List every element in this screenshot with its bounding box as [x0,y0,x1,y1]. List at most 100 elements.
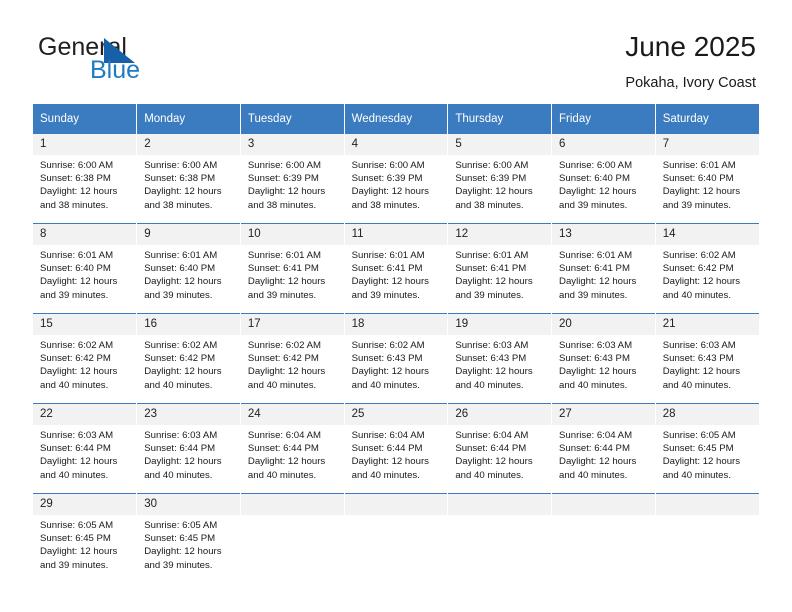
day-cell[interactable]: 29 Sunrise: 6:05 AM Sunset: 6:45 PM Dayl… [33,493,138,583]
sunset-text: Sunset: 6:41 PM [247,263,319,275]
day-cell-empty [655,493,759,583]
day-cell[interactable]: 8 Sunrise: 6:01 AM Sunset: 6:40 PM Dayli… [33,223,138,314]
day-cell[interactable]: 10 Sunrise: 6:01 AM Sunset: 6:41 PM Dayl… [240,223,345,314]
day-cell[interactable]: 2 Sunrise: 6:00 AM Sunset: 6:38 PM Dayli… [136,133,241,224]
sunrise-text: Sunrise: 6:00 AM [144,160,218,171]
day-cell[interactable]: 17 Sunrise: 6:02 AM Sunset: 6:42 PM Dayl… [240,313,345,404]
day-number: 5 [448,134,552,155]
day-number: 11 [344,224,448,245]
day-cell[interactable]: 16 Sunrise: 6:02 AM Sunset: 6:42 PM Dayl… [136,313,241,404]
daylight-text-line1: Daylight: 12 hours [351,366,429,378]
day-info: Sunrise: 6:01 AM Sunset: 6:41 PM Dayligh… [345,245,448,302]
day-cell[interactable]: 14 Sunrise: 6:02 AM Sunset: 6:42 PM Dayl… [655,223,759,314]
daylight-text-line2: and 40 minutes. [455,469,524,481]
daylight-text-line2: and 40 minutes. [351,379,420,391]
daylight-text-line2: and 38 minutes. [455,199,524,211]
day-cell[interactable]: 28 Sunrise: 6:05 AM Sunset: 6:45 PM Dayl… [655,403,759,494]
day-number: 16 [137,314,240,335]
daylight-text-line2: and 39 minutes. [40,289,109,301]
daylight-text-line2: and 39 minutes. [40,559,109,571]
day-cell[interactable]: 30 Sunrise: 6:05 AM Sunset: 6:45 PM Dayl… [136,493,241,583]
sunrise-text: Sunrise: 6:01 AM [559,250,633,261]
day-cell-empty [344,493,449,583]
day-number: 23 [137,404,240,425]
day-info: Sunrise: 6:02 AM Sunset: 6:42 PM Dayligh… [137,335,240,392]
daylight-text-line2: and 40 minutes. [247,469,317,481]
day-info: Sunrise: 6:03 AM Sunset: 6:44 PM Dayligh… [33,425,136,482]
sunrise-text: Sunrise: 6:04 AM [559,430,633,441]
sunset-text: Sunset: 6:39 PM [455,173,527,185]
day-cell[interactable]: 23 Sunrise: 6:03 AM Sunset: 6:44 PM Dayl… [136,403,241,494]
daylight-text-line2: and 38 minutes. [40,199,109,211]
day-number: 24 [240,404,344,425]
day-cell[interactable]: 26 Sunrise: 6:04 AM Sunset: 6:44 PM Dayl… [447,403,553,494]
daylight-text-line1: Daylight: 12 hours [559,366,637,378]
day-cell[interactable]: 24 Sunrise: 6:04 AM Sunset: 6:44 PM Dayl… [240,403,345,494]
day-number: 29 [33,494,137,515]
day-cell[interactable]: 13 Sunrise: 6:01 AM Sunset: 6:41 PM Dayl… [551,223,656,314]
daylight-text-line2: and 39 minutes. [662,199,731,211]
day-number: 10 [240,224,344,245]
sunset-text: Sunset: 6:43 PM [559,353,630,365]
day-cell[interactable]: 1 Sunrise: 6:00 AM Sunset: 6:38 PM Dayli… [33,133,138,224]
sunrise-text: Sunrise: 6:05 AM [662,430,736,441]
calendar-week-row: 22 Sunrise: 6:03 AM Sunset: 6:44 PM Dayl… [33,403,759,494]
daylight-text-line1: Daylight: 12 hours [144,186,222,198]
day-cell[interactable]: 19 Sunrise: 6:03 AM Sunset: 6:43 PM Dayl… [447,313,553,404]
sunrise-text: Sunrise: 6:01 AM [455,250,529,261]
sunrise-text: Sunrise: 6:00 AM [455,160,529,171]
day-cell[interactable]: 25 Sunrise: 6:04 AM Sunset: 6:44 PM Dayl… [344,403,449,494]
day-number [344,494,448,515]
day-info: Sunrise: 6:00 AM Sunset: 6:39 PM Dayligh… [345,155,448,212]
day-cell[interactable]: 20 Sunrise: 6:03 AM Sunset: 6:43 PM Dayl… [551,313,656,404]
daylight-text-line2: and 39 minutes. [455,289,524,301]
day-cell[interactable]: 15 Sunrise: 6:02 AM Sunset: 6:42 PM Dayl… [33,313,138,404]
weekday-header-monday: Monday [136,104,241,134]
daylight-text-line1: Daylight: 12 hours [40,276,118,288]
day-cell[interactable]: 21 Sunrise: 6:03 AM Sunset: 6:43 PM Dayl… [655,313,759,404]
sunset-text: Sunset: 6:40 PM [559,173,630,185]
day-cell[interactable]: 4 Sunrise: 6:00 AM Sunset: 6:39 PM Dayli… [344,133,449,224]
day-info: Sunrise: 6:03 AM Sunset: 6:43 PM Dayligh… [448,335,551,392]
day-cell[interactable]: 7 Sunrise: 6:01 AM Sunset: 6:40 PM Dayli… [655,133,759,224]
sunrise-text: Sunrise: 6:03 AM [455,340,529,351]
daylight-text-line1: Daylight: 12 hours [559,276,637,288]
daylight-text-line1: Daylight: 12 hours [455,276,533,288]
day-info: Sunrise: 6:00 AM Sunset: 6:39 PM Dayligh… [241,155,344,212]
day-info: Sunrise: 6:01 AM Sunset: 6:40 PM Dayligh… [33,245,136,302]
sunset-text: Sunset: 6:43 PM [455,353,527,365]
sunrise-text: Sunrise: 6:02 AM [40,340,114,351]
day-cell[interactable]: 18 Sunrise: 6:02 AM Sunset: 6:43 PM Dayl… [344,313,449,404]
day-info: Sunrise: 6:01 AM Sunset: 6:40 PM Dayligh… [656,155,759,212]
calendar-page: General Blue June 2025 Pokaha, Ivory Coa… [0,0,792,612]
day-info: Sunrise: 6:00 AM Sunset: 6:38 PM Dayligh… [137,155,240,212]
daylight-text-line1: Daylight: 12 hours [455,186,533,198]
sunrise-text: Sunrise: 6:01 AM [351,250,425,261]
day-cell[interactable]: 22 Sunrise: 6:03 AM Sunset: 6:44 PM Dayl… [33,403,138,494]
day-info: Sunrise: 6:04 AM Sunset: 6:44 PM Dayligh… [448,425,551,482]
day-cell-empty [551,493,656,583]
daylight-text-line1: Daylight: 12 hours [662,456,741,468]
day-cell[interactable]: 3 Sunrise: 6:00 AM Sunset: 6:39 PM Dayli… [240,133,345,224]
sunset-text: Sunset: 6:40 PM [40,263,111,275]
day-cell[interactable]: 9 Sunrise: 6:01 AM Sunset: 6:40 PM Dayli… [136,223,241,314]
calendar-week-row: 1 Sunrise: 6:00 AM Sunset: 6:38 PM Dayli… [33,133,759,224]
daylight-text-line1: Daylight: 12 hours [559,186,637,198]
day-number: 1 [33,134,137,155]
day-number: 18 [344,314,448,335]
day-cell[interactable]: 27 Sunrise: 6:04 AM Sunset: 6:44 PM Dayl… [551,403,656,494]
day-cell[interactable]: 11 Sunrise: 6:01 AM Sunset: 6:41 PM Dayl… [344,223,449,314]
weekday-header-sunday: Sunday [33,104,138,134]
day-cell[interactable]: 5 Sunrise: 6:00 AM Sunset: 6:39 PM Dayli… [447,133,553,224]
location-subtitle: Pokaha, Ivory Coast [625,75,756,91]
daylight-text-line2: and 39 minutes. [144,559,213,571]
sunrise-text: Sunrise: 6:03 AM [144,430,218,441]
day-cell[interactable]: 12 Sunrise: 6:01 AM Sunset: 6:41 PM Dayl… [447,223,553,314]
day-cell[interactable]: 6 Sunrise: 6:00 AM Sunset: 6:40 PM Dayli… [551,133,656,224]
sunrise-text: Sunrise: 6:01 AM [247,250,321,261]
daylight-text-line2: and 40 minutes. [455,379,524,391]
day-info: Sunrise: 6:04 AM Sunset: 6:44 PM Dayligh… [241,425,344,482]
day-number: 30 [137,494,240,515]
sunrise-text: Sunrise: 6:05 AM [40,520,114,531]
day-number: 8 [33,224,137,245]
